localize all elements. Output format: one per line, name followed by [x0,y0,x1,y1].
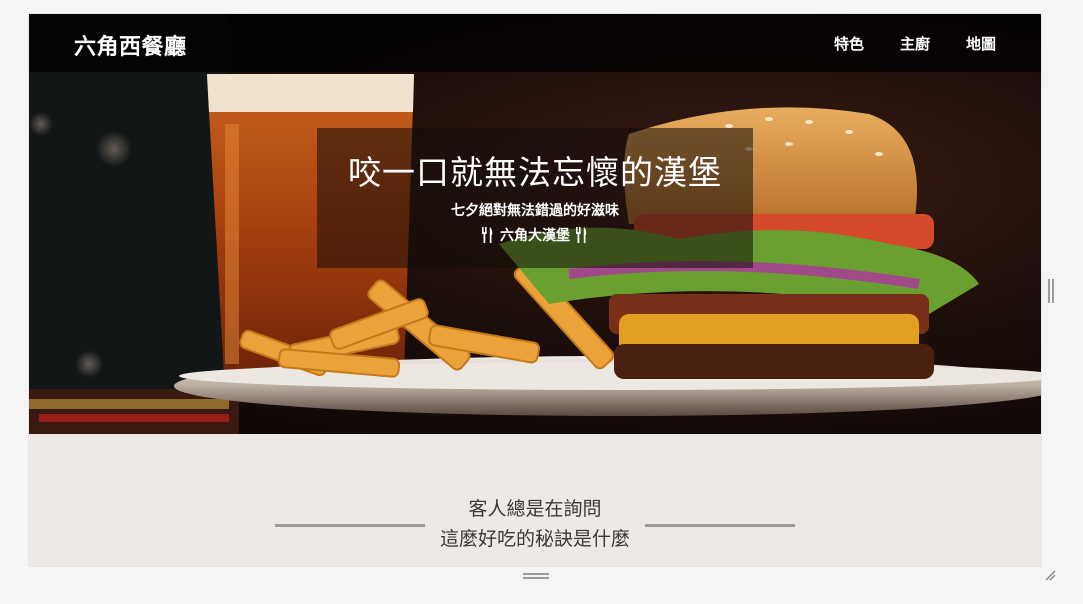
hero-subtitle: 七夕絕對無法錯過的好滋味 [451,203,619,219]
section-heading-line1: 客人總是在詢問 [468,498,602,520]
vertical-resize-handle[interactable] [1048,279,1054,303]
horizontal-resize-handle[interactable] [523,573,549,579]
cutlery-icon [576,227,587,243]
cutlery-icon [482,227,493,243]
nav-links: 特色 主廚 地圖 [834,33,996,54]
brand-logo[interactable]: 六角西餐廳 [74,29,187,61]
nav-link-chef[interactable]: 主廚 [900,33,930,54]
page-frame: 六角西餐廳 特色 主廚 地圖 咬一口就無法忘懷的漢堡 七夕絕對無法錯過的好滋味 … [29,14,1041,566]
nav-link-features[interactable]: 特色 [834,33,864,54]
hero-caption: 咬一口就無法忘懷的漢堡 七夕絕對無法錯過的好滋味 六角大漢堡 [317,128,753,268]
section-heading: 客人總是在詢問 這麼好吃的秘訣是什麼 [29,494,1041,554]
hero-tag-label: 六角大漢堡 [500,228,570,244]
hero-banner: 六角西餐廳 特色 主廚 地圖 咬一口就無法忘懷的漢堡 七夕絕對無法錯過的好滋味 … [29,14,1041,434]
resize-corner-icon[interactable] [1044,569,1056,581]
nav-link-map[interactable]: 地圖 [966,33,996,54]
hero-tag: 六角大漢堡 [317,225,753,245]
hero-title: 咬一口就無法忘懷的漢堡 [348,153,722,192]
section-heading-line2: 這麼好吃的秘訣是什麼 [439,528,630,550]
navbar: 六角西餐廳 特色 主廚 地圖 [29,14,1041,72]
